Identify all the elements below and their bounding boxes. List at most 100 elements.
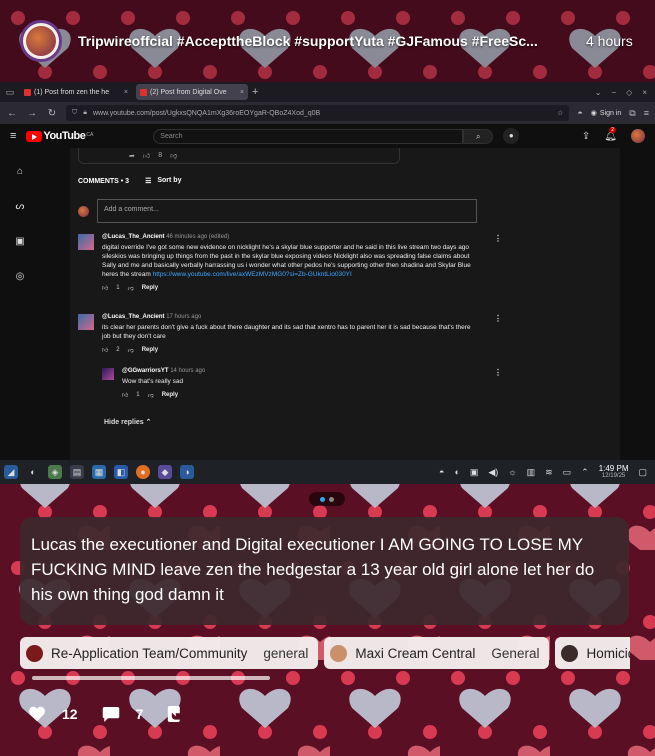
firefox-icon[interactable]: ● xyxy=(136,465,150,479)
commenter-avatar[interactable] xyxy=(102,368,114,380)
comment-menu-icon[interactable]: ⋮ xyxy=(494,234,502,243)
share-icon[interactable]: ➦ xyxy=(129,152,135,160)
dislike-icon[interactable]: 👎︎ xyxy=(128,284,134,292)
package-icon[interactable]: ◈ xyxy=(48,465,62,479)
you-icon[interactable]: ◎ xyxy=(16,271,25,282)
brightness-icon[interactable]: ☼ xyxy=(508,467,516,477)
steam-icon[interactable]: ◐ xyxy=(26,465,40,479)
dislike-icon[interactable]: 👎︎ xyxy=(148,391,154,399)
reply-button[interactable]: Reply xyxy=(162,392,178,398)
notifications-bell-icon[interactable]: 🔔︎ 2 xyxy=(604,126,617,142)
browser-sign-in[interactable]: ◉ Sign in xyxy=(591,109,622,118)
page-dot-active[interactable] xyxy=(320,496,325,502)
search-icon[interactable]: ⌕ xyxy=(463,128,494,144)
clipboard-icon[interactable]: ▣ xyxy=(470,467,479,478)
steam-tray-icon[interactable]: ◐ xyxy=(454,467,459,477)
app-icon[interactable]: ◆ xyxy=(158,465,172,479)
user-avatar xyxy=(78,205,89,217)
home-icon[interactable]: ⌂ xyxy=(17,166,23,177)
youtube-logo[interactable]: YouTube CA xyxy=(26,130,93,142)
tab-list-icon[interactable]: ▭ xyxy=(4,86,16,98)
post-image[interactable]: ▭ (1) Post from zen the he × (2) Post fr… xyxy=(0,82,655,484)
maximize-icon[interactable]: ◇ xyxy=(626,88,632,97)
like-icon[interactable]: 👍︎ xyxy=(143,151,150,160)
community-chip[interactable]: Maxi Cream Central General xyxy=(324,637,550,669)
dislike-icon[interactable]: 👎︎ xyxy=(128,346,134,354)
browser-tab-strip: ▭ (1) Post from zen the he × (2) Post fr… xyxy=(0,82,655,102)
author-avatar[interactable] xyxy=(20,20,62,62)
share-action[interactable] xyxy=(167,705,183,723)
youtube-favicon xyxy=(140,88,147,96)
comment-author[interactable]: @Lucas_The_Ancient xyxy=(102,314,165,320)
tray-expand-icon[interactable]: ⌃ xyxy=(581,467,589,478)
youtube-account-avatar[interactable] xyxy=(631,129,645,143)
battery-icon[interactable]: ▭ xyxy=(563,467,572,478)
upload-icon[interactable]: ⇪ xyxy=(582,131,590,142)
like-icon[interactable]: 👍︎ xyxy=(122,391,128,399)
comment-action[interactable]: 7 xyxy=(102,706,144,723)
youtube-search-input[interactable]: Search xyxy=(153,128,464,144)
sort-icon: ☰ xyxy=(145,178,152,185)
hide-replies-button[interactable]: Hide replies ⌃ xyxy=(104,418,152,426)
reply-button[interactable]: Reply xyxy=(142,347,158,353)
files-icon[interactable]: ▦ xyxy=(92,465,106,479)
menu-icon[interactable]: ≡ xyxy=(644,108,649,119)
tab-overflow-icon[interactable]: ⌄ xyxy=(595,88,602,97)
start-menu-icon[interactable]: ◢ xyxy=(4,465,18,479)
comment-author[interactable]: @Lucas_The_Ancient xyxy=(102,234,165,240)
subscriptions-icon[interactable]: ▣ xyxy=(15,236,24,247)
comment-menu-icon[interactable]: ⋮ xyxy=(494,368,502,377)
like-icon[interactable]: 👍︎ xyxy=(102,284,108,292)
page-dot[interactable] xyxy=(329,496,334,502)
forward-icon[interactable]: → xyxy=(26,108,38,119)
like-action[interactable]: 12 xyxy=(28,706,78,722)
browser-tab-1[interactable]: (1) Post from zen the he × xyxy=(20,84,132,100)
shield-icon: ⛉ xyxy=(72,109,78,116)
storage-icon[interactable]: ▥ xyxy=(527,467,536,478)
like-count: 1 xyxy=(136,392,140,399)
comment-line: its clear her parents don't give a fuck … xyxy=(102,324,471,331)
wifi-icon[interactable]: ≋ xyxy=(545,467,553,478)
sort-button[interactable]: ☰ Sort by xyxy=(145,177,181,185)
comment-menu-icon[interactable]: ⋮ xyxy=(494,314,502,323)
commenter-avatar[interactable] xyxy=(78,234,94,250)
new-tab-icon[interactable]: + xyxy=(252,86,258,98)
post-actions: 12 7 xyxy=(28,705,183,723)
back-icon[interactable]: ← xyxy=(6,108,18,119)
shorts-icon[interactable]: ᔕ xyxy=(16,201,25,212)
show-desktop-icon[interactable]: ▢ xyxy=(638,467,647,478)
pocket-icon[interactable]: ◓ xyxy=(577,108,582,118)
channel-name: general xyxy=(263,645,309,661)
address-field[interactable]: ⛉ 🔒︎ www.youtube.com/post/UgkxsQNQA1mXg3… xyxy=(66,105,570,121)
stream-link[interactable]: https://www.youtube.com/live/axWEzMVzMG0… xyxy=(153,271,352,278)
comment-line: heres the stream xyxy=(102,271,151,279)
community-chip[interactable]: Re-Application Team/Community general xyxy=(20,637,319,669)
bookmark-star-icon[interactable]: ☆ xyxy=(557,109,563,117)
dislike-icon[interactable]: 👎︎ xyxy=(170,151,177,160)
store-icon[interactable]: ◧ xyxy=(114,465,128,479)
close-tab-icon[interactable]: × xyxy=(124,89,128,96)
volume-icon[interactable]: ◀) xyxy=(488,467,498,478)
add-comment-input[interactable]: Add a comment... xyxy=(97,199,477,223)
close-tab-icon[interactable]: × xyxy=(240,89,244,96)
comment-author[interactable]: @GGwarriorsYT xyxy=(122,368,169,374)
microphone-icon[interactable]: ● xyxy=(503,128,520,144)
chips-scrollbar[interactable] xyxy=(32,676,270,680)
close-window-icon[interactable]: × xyxy=(642,88,647,97)
community-chip[interactable]: Homicide I xyxy=(555,637,630,669)
hamburger-menu-icon[interactable]: ≡ xyxy=(10,130,16,142)
commenter-avatar[interactable] xyxy=(78,314,94,330)
discord-icon[interactable]: ◓ xyxy=(439,467,444,477)
clock[interactable]: 1:49 PM 12/19/25 xyxy=(599,465,629,480)
comment: @Lucas_The_Ancient 17 hours ago its clea… xyxy=(78,314,471,354)
post-author-title[interactable]: Tripwireoffcial #AccepttheBlock #support… xyxy=(78,33,568,49)
extensions-icon[interactable]: ⧉ xyxy=(629,108,635,119)
steam-app-icon[interactable]: ◑ xyxy=(180,465,194,479)
like-icon[interactable]: 👍︎ xyxy=(102,346,108,354)
browser-tab-2[interactable]: (2) Post from Digital Ove × xyxy=(136,84,248,100)
reload-icon[interactable]: ↻ xyxy=(46,108,58,119)
comment-count: 7 xyxy=(135,706,144,722)
terminal-icon[interactable]: ▤ xyxy=(70,465,84,479)
minimize-icon[interactable]: − xyxy=(612,88,617,97)
reply-button[interactable]: Reply xyxy=(142,285,158,291)
